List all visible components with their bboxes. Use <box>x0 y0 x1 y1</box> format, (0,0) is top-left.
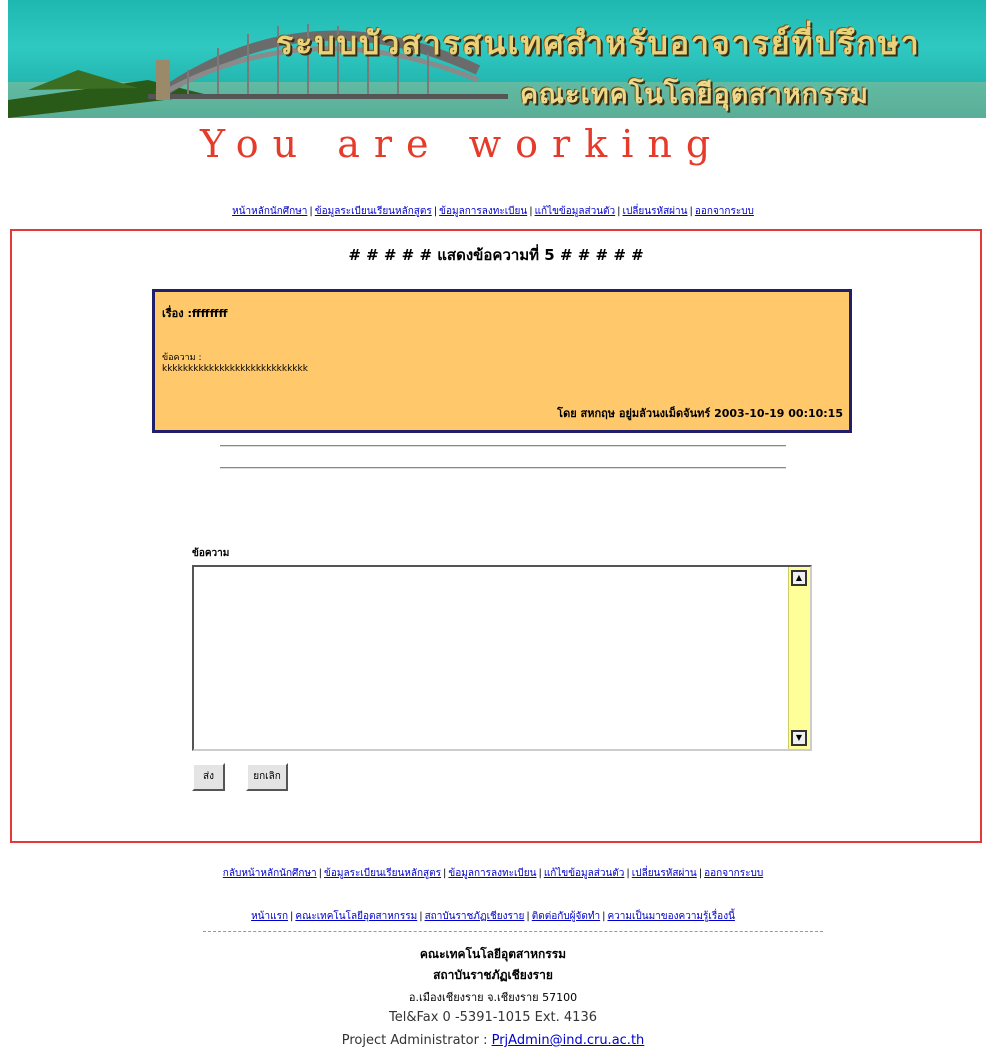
message-body-label: ข้อความ : <box>162 353 202 363</box>
nav-link-home[interactable]: หน้าแรก <box>251 911 288 922</box>
nav-link-faculty[interactable]: คณะเทคโนโลยีอุตสาหกรรม <box>295 911 417 922</box>
header-banner: ระบบบัวสารสนเทศสำหรับอาจารย์ที่ปรึกษา คณ… <box>8 0 986 118</box>
nav-link-edit-profile[interactable]: แก้ไขข้อมูลส่วนตัว <box>535 206 616 217</box>
nav-link-student-home[interactable]: หน้าหลักนักศึกษา <box>232 206 307 217</box>
footer-address: อ.เมืองเชียงราย จ.เชียงราย 57100 <box>408 991 578 1004</box>
nav-link-registration[interactable]: ข้อมูลการลงทะเบียน <box>439 206 527 217</box>
nav-separator: | <box>529 206 533 217</box>
nav-separator: | <box>617 206 621 217</box>
nav-link-edit-profile[interactable]: แก้ไขข้อมูลส่วนตัว <box>544 868 625 879</box>
message-card: เรื่อง :ffffffff ข้อความ : kkkkkkkkkkkkk… <box>152 289 852 433</box>
footer-admin-label: Project Administrator : <box>341 1033 492 1048</box>
nav-link-registration[interactable]: ข้อมูลการลงทะเบียน <box>448 868 536 879</box>
nav-link-logout[interactable]: ออกจากระบบ <box>695 206 754 217</box>
scroll-up-icon[interactable]: ▲ <box>791 570 807 586</box>
send-button[interactable]: ส่ง <box>192 763 225 791</box>
banner-title: ระบบบัวสารสนเทศสำหรับอาจารย์ที่ปรึกษา <box>276 24 921 62</box>
nav-link-change-password[interactable]: เปลี่ยนรหัสผ่าน <box>632 868 697 879</box>
nav-separator: | <box>626 868 630 879</box>
nav-separator: | <box>538 868 542 879</box>
working-banner-text: You are working <box>200 122 725 166</box>
message-author-date: โดย สหกฤษ อยู่มลัวนงเม็ดจันทร์ 2003-10-1… <box>557 407 843 420</box>
scroll-down-icon[interactable]: ▼ <box>791 730 807 746</box>
scrollbar[interactable]: ▲ ▼ <box>788 567 810 749</box>
nav-separator: | <box>419 911 423 922</box>
footer-admin: Project Administrator : PrjAdmin@ind.cru… <box>0 1033 986 1048</box>
cancel-button[interactable]: ยกเลิก <box>246 763 288 791</box>
bottom-nav: กลับหน้าหลักนักศึกษา | ข้อมูลระเบียนเรียนห… <box>0 866 986 881</box>
divider <box>203 931 823 932</box>
nav-separator: | <box>526 911 530 922</box>
nav-link-back-student-home[interactable]: กลับหน้าหลักนักศึกษา <box>223 868 317 879</box>
nav-separator: | <box>689 206 693 217</box>
nav-separator: | <box>318 868 323 879</box>
nav-link-logout[interactable]: ออกจากระบบ <box>704 868 763 879</box>
footer-institute: สถาบันราชภัฏเชียงราย <box>433 968 553 982</box>
divider <box>220 467 786 469</box>
message-subject: เรื่อง :ffffffff <box>162 307 228 320</box>
reply-textarea[interactable]: ▲ ▼ <box>192 565 812 751</box>
divider <box>220 445 786 447</box>
top-nav: หน้าหลักนักศึกษา | ข้อมูลระเบียนเรียนหลักส… <box>0 204 986 219</box>
nav-separator: | <box>309 206 313 217</box>
nav-link-contact[interactable]: ติดต่อกับผู้จัดทำ <box>532 911 600 922</box>
nav-link-study-record[interactable]: ข้อมูลระเบียนเรียนหลักสูตร <box>324 868 441 879</box>
message-body: kkkkkkkkkkkkkkkkkkkkkkkkkkkk <box>162 364 308 374</box>
nav-link-institute[interactable]: สถาบันราชภัฏเชียงราย <box>425 911 525 922</box>
nav-link-study-record[interactable]: ข้อมูลระเบียนเรียนหลักสูตร <box>315 206 432 217</box>
admin-email-link[interactable]: PrjAdmin@ind.cru.ac.th <box>492 1033 645 1048</box>
main-panel: # # # # # แสดงข้อความที่ 5 # # # # # เรื… <box>10 229 982 843</box>
nav-link-about[interactable]: ความเป็นมาของความรู้เรื่องนี้ <box>607 911 734 922</box>
nav-link-change-password[interactable]: เปลี่ยนรหัสผ่าน <box>623 206 688 217</box>
page-title: # # # # # แสดงข้อความที่ 5 # # # # # <box>348 246 644 264</box>
footer-faculty: คณะเทคโนโลยีอุตสาหกรรม <box>419 947 567 961</box>
site-nav: หน้าแรก | คณะเทคโนโลยีอุตสาหกรรม | สถาบันราช… <box>0 909 986 924</box>
footer-phone: Tel&Fax 0 -5391-1015 Ext. 4136 <box>389 1010 597 1025</box>
reply-label: ข้อความ <box>192 548 230 559</box>
banner-subtitle: คณะเทคโนโลยีอุตสาหกรรม <box>520 79 869 110</box>
